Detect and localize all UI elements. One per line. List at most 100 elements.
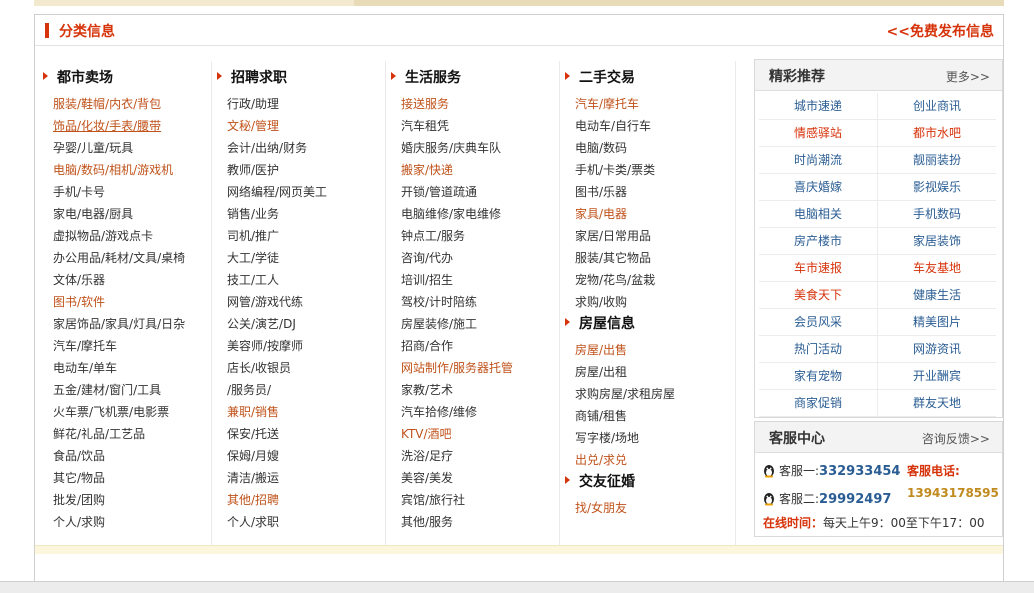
featured-link[interactable]: 手机数码 xyxy=(878,201,996,228)
category-link[interactable]: 汽车/摩托车 xyxy=(43,335,213,357)
category-link[interactable]: 孕婴/儿童/玩具 xyxy=(43,137,213,159)
category-link[interactable]: 汽车/摩托车 xyxy=(565,93,735,115)
category-heading[interactable]: 生活服务 xyxy=(391,67,561,93)
category-link[interactable]: KTV/酒吧 xyxy=(391,423,561,445)
category-link[interactable]: 出兑/求兑 xyxy=(565,449,735,471)
featured-link[interactable]: 家有宠物 xyxy=(759,363,878,390)
featured-link[interactable]: 电脑相关 xyxy=(759,201,878,228)
featured-link[interactable]: 靓丽装扮 xyxy=(878,147,996,174)
featured-link[interactable]: 会员风采 xyxy=(759,309,878,336)
featured-link[interactable]: 情感驿站 xyxy=(759,120,878,147)
category-link[interactable]: 个人/求购 xyxy=(43,511,213,533)
featured-link[interactable]: 喜庆婚嫁 xyxy=(759,174,878,201)
category-link[interactable]: 洗浴/足疗 xyxy=(391,445,561,467)
featured-link[interactable]: 影视娱乐 xyxy=(878,174,996,201)
category-link[interactable]: 找/女朋友 xyxy=(565,497,735,519)
category-heading[interactable]: 交友征婚 xyxy=(565,471,735,497)
category-link[interactable]: 办公用品/耗材/文具/桌椅 xyxy=(43,247,213,269)
category-link[interactable]: 汽车租凭 xyxy=(391,115,561,137)
category-heading[interactable]: 房屋信息 xyxy=(565,313,735,339)
category-link[interactable]: 销售/业务 xyxy=(217,203,387,225)
category-link[interactable]: 会计/出纳/财务 xyxy=(217,137,387,159)
category-link[interactable]: 房屋/出售 xyxy=(565,339,735,361)
category-link[interactable]: 驾校/计时陪练 xyxy=(391,291,561,313)
category-link[interactable]: 咨询/代办 xyxy=(391,247,561,269)
category-link[interactable]: 文体/乐器 xyxy=(43,269,213,291)
category-link[interactable]: 接送服务 xyxy=(391,93,561,115)
category-link[interactable]: 个人/求职 xyxy=(217,511,387,533)
category-link[interactable]: 服装/其它物品 xyxy=(565,247,735,269)
category-link[interactable]: 行政/助理 xyxy=(217,93,387,115)
qq-contact-1[interactable]: 客服一:332933454 xyxy=(763,462,900,480)
category-link[interactable]: 公关/演艺/DJ xyxy=(217,313,387,335)
category-link[interactable]: 美容师/按摩师 xyxy=(217,335,387,357)
category-link[interactable]: 求购房屋/求租房屋 xyxy=(565,383,735,405)
featured-link[interactable]: 创业商讯 xyxy=(878,93,996,120)
category-link[interactable]: 保姆/月嫂 xyxy=(217,445,387,467)
featured-link[interactable]: 热门活动 xyxy=(759,336,878,363)
featured-link[interactable]: 车友基地 xyxy=(878,255,996,282)
category-link[interactable]: 其他/招聘 xyxy=(217,489,387,511)
category-link[interactable]: 技工/工人 xyxy=(217,269,387,291)
category-link[interactable]: 大工/学徒 xyxy=(217,247,387,269)
category-link[interactable]: 网管/游戏代练 xyxy=(217,291,387,313)
category-heading[interactable]: 都市卖场 xyxy=(43,67,213,93)
category-link[interactable]: 兼职/销售 xyxy=(217,401,387,423)
featured-link[interactable]: 车市速报 xyxy=(759,255,878,282)
horizontal-scrollbar[interactable] xyxy=(0,581,1034,593)
featured-link[interactable]: 精美图片 xyxy=(878,309,996,336)
category-link[interactable]: 火车票/飞机票/电影票 xyxy=(43,401,213,423)
category-link[interactable]: 汽车拾修/维修 xyxy=(391,401,561,423)
feedback-link[interactable]: 咨询反馈>> xyxy=(922,430,990,447)
free-post-link[interactable]: <<免费发布信息 xyxy=(887,21,994,41)
category-link[interactable]: 手机/卡号 xyxy=(43,181,213,203)
category-link[interactable]: 求购/收购 xyxy=(565,291,735,313)
category-heading[interactable]: 招聘求职 xyxy=(217,67,387,93)
category-link[interactable]: 电脑维修/家电维修 xyxy=(391,203,561,225)
category-link[interactable]: 电动车/单车 xyxy=(43,357,213,379)
category-link[interactable]: 商铺/租售 xyxy=(565,405,735,427)
featured-link[interactable]: 家居装饰 xyxy=(878,228,996,255)
category-link[interactable]: 房屋装修/施工 xyxy=(391,313,561,335)
featured-link[interactable]: 城市速递 xyxy=(759,93,878,120)
featured-link[interactable]: 时尚潮流 xyxy=(759,147,878,174)
category-link[interactable]: 网络编程/网页美工 xyxy=(217,181,387,203)
category-link[interactable]: 其它/物品 xyxy=(43,467,213,489)
category-link[interactable]: 美容/美发 xyxy=(391,467,561,489)
category-link[interactable]: 婚庆服务/庆典车队 xyxy=(391,137,561,159)
category-link[interactable]: 钟点工/服务 xyxy=(391,225,561,247)
category-link[interactable]: 服装/鞋帽/内衣/背包 xyxy=(43,93,213,115)
category-link[interactable]: 宠物/花鸟/盆栽 xyxy=(565,269,735,291)
category-link[interactable]: 鲜花/礼品/工艺品 xyxy=(43,423,213,445)
category-link[interactable]: 图书/乐器 xyxy=(565,181,735,203)
category-link[interactable]: 批发/团购 xyxy=(43,489,213,511)
category-link[interactable]: 家电/电器/厨具 xyxy=(43,203,213,225)
featured-link[interactable]: 群友天地 xyxy=(878,390,996,417)
category-link[interactable]: 图书/软件 xyxy=(43,291,213,313)
category-link[interactable]: 饰品/化妆/手表/腰带 xyxy=(43,115,213,137)
category-link[interactable]: 家教/艺术 xyxy=(391,379,561,401)
category-link[interactable]: 房屋/出租 xyxy=(565,361,735,383)
category-link[interactable]: 培训/招生 xyxy=(391,269,561,291)
category-link[interactable]: 五金/建材/窗门/工具 xyxy=(43,379,213,401)
category-link[interactable]: 店长/收银员 xyxy=(217,357,387,379)
featured-link[interactable]: 美食天下 xyxy=(759,282,878,309)
category-link[interactable]: 文秘/管理 xyxy=(217,115,387,137)
category-link[interactable]: 保安/托送 xyxy=(217,423,387,445)
category-link[interactable]: 宾馆/旅行社 xyxy=(391,489,561,511)
category-heading[interactable]: 二手交易 xyxy=(565,67,735,93)
category-link[interactable]: 家具/电器 xyxy=(565,203,735,225)
category-link[interactable]: 家居/日常用品 xyxy=(565,225,735,247)
category-link[interactable]: 招商/合作 xyxy=(391,335,561,357)
category-link[interactable]: 网站制作/服务器托管 xyxy=(391,357,561,379)
featured-more-link[interactable]: 更多>> xyxy=(946,68,990,85)
qq-contact-2[interactable]: 客服二:29992497 xyxy=(763,490,891,508)
category-link[interactable]: 清洁/搬运 xyxy=(217,467,387,489)
category-link[interactable]: 写字楼/场地 xyxy=(565,427,735,449)
featured-link[interactable]: 开业酬宾 xyxy=(878,363,996,390)
category-link[interactable]: 虚拟物品/游戏点卡 xyxy=(43,225,213,247)
category-link[interactable]: /服务员/ xyxy=(217,379,387,401)
category-link[interactable]: 电动车/自行车 xyxy=(565,115,735,137)
category-link[interactable]: 电脑/数码 xyxy=(565,137,735,159)
featured-link[interactable]: 网游资讯 xyxy=(878,336,996,363)
